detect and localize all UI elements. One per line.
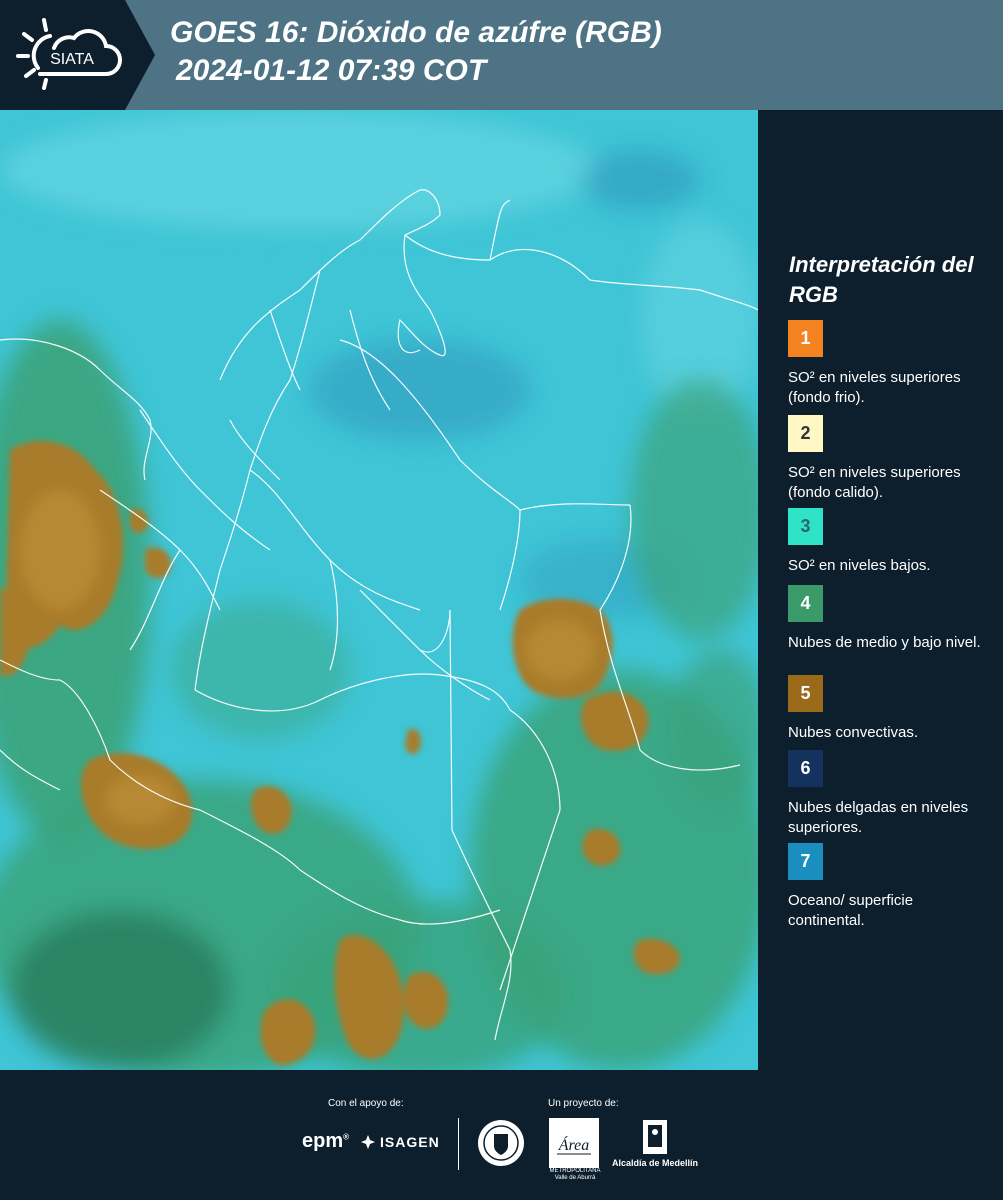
legend-item-1: 1 SO² en niveles superiores (fondo frio)… [788, 320, 993, 408]
legend-swatch-6: 6 [788, 750, 823, 787]
legend-swatch-7: 7 [788, 843, 823, 880]
legend-item-6: 6 Nubes delgadas en niveles superiores. [788, 750, 993, 838]
project-label: Un proyecto de: [548, 1098, 619, 1109]
legend-swatch-1: 1 [788, 320, 823, 357]
legend-label-5: Nubes convectivas. [788, 724, 919, 741]
legend-panel: Interpretación del RGB 1 SO² en niveles … [758, 110, 1003, 1070]
legend-swatch-3: 3 [788, 508, 823, 545]
area-metropolitana-logo[interactable]: Área [549, 1118, 599, 1168]
footer-divider [458, 1118, 459, 1170]
legend-label-3: SO² en niveles bajos. [788, 557, 931, 574]
support-label: Con el apoyo de: [328, 1098, 404, 1109]
page-title: GOES 16: Dióxido de azúfre (RGB) [170, 16, 662, 49]
legend-label-6: Nubes delgadas en niveles superiores. [788, 799, 969, 836]
svg-text:Área: Área [558, 1135, 590, 1154]
legend-item-7: 7 Oceano/ superficie continental. [788, 843, 993, 931]
footer: Con el apoyo de: Un proyecto de: epm® IS… [0, 1070, 1003, 1200]
legend-title: Interpretación del RGB [789, 252, 974, 307]
legend-label-7: Oceano/ superficie continental. [788, 892, 914, 929]
legend-item-4: 4 Nubes de medio y bajo nivel. [788, 585, 993, 653]
medellin-seal-icon[interactable] [476, 1118, 526, 1168]
isagen-text: ISAGEN [380, 1134, 440, 1150]
sun-cloud-icon: SIATA [16, 18, 122, 90]
legend-label-2: SO² en niveles superiores (fondo calido)… [788, 464, 961, 501]
alcaldia-crest-icon[interactable] [640, 1118, 670, 1156]
epm-text: epm [302, 1130, 344, 1152]
legend-swatch-4: 4 [788, 585, 823, 622]
legend-swatch-2: 2 [788, 415, 823, 452]
header-bar: SIATA GOES 16: Dióxido de azúfre (RGB) 2… [0, 0, 1003, 110]
map-canvas [0, 110, 758, 1070]
legend-item-2: 2 SO² en niveles superiores (fondo calid… [788, 415, 993, 503]
area-logo-mark: Área [557, 1135, 591, 1155]
satellite-map[interactable] [0, 110, 758, 1070]
legend-item-5: 5 Nubes convectivas. [788, 675, 993, 743]
legend-swatch-5: 5 [788, 675, 823, 712]
legend-label-1: SO² en niveles superiores (fondo frio). [788, 369, 961, 406]
legend-label-4: Nubes de medio y bajo nivel. [788, 634, 981, 651]
epm-logo[interactable]: epm® [302, 1130, 349, 1153]
area-metropolitana-text: METROPOLITANA Valle de Aburrá [549, 1168, 601, 1181]
logo-text: SIATA [50, 51, 94, 68]
legend-item-3: 3 SO² en niveles bajos. [788, 508, 993, 576]
page-timestamp: 2024-01-12 07:39 COT [176, 54, 487, 87]
alcaldia-text: Alcaldía de Medellín [612, 1158, 699, 1168]
isagen-logo[interactable]: ISAGEN [360, 1134, 440, 1150]
siata-logo[interactable]: SIATA [0, 0, 155, 110]
isagen-star-icon [361, 1135, 375, 1149]
